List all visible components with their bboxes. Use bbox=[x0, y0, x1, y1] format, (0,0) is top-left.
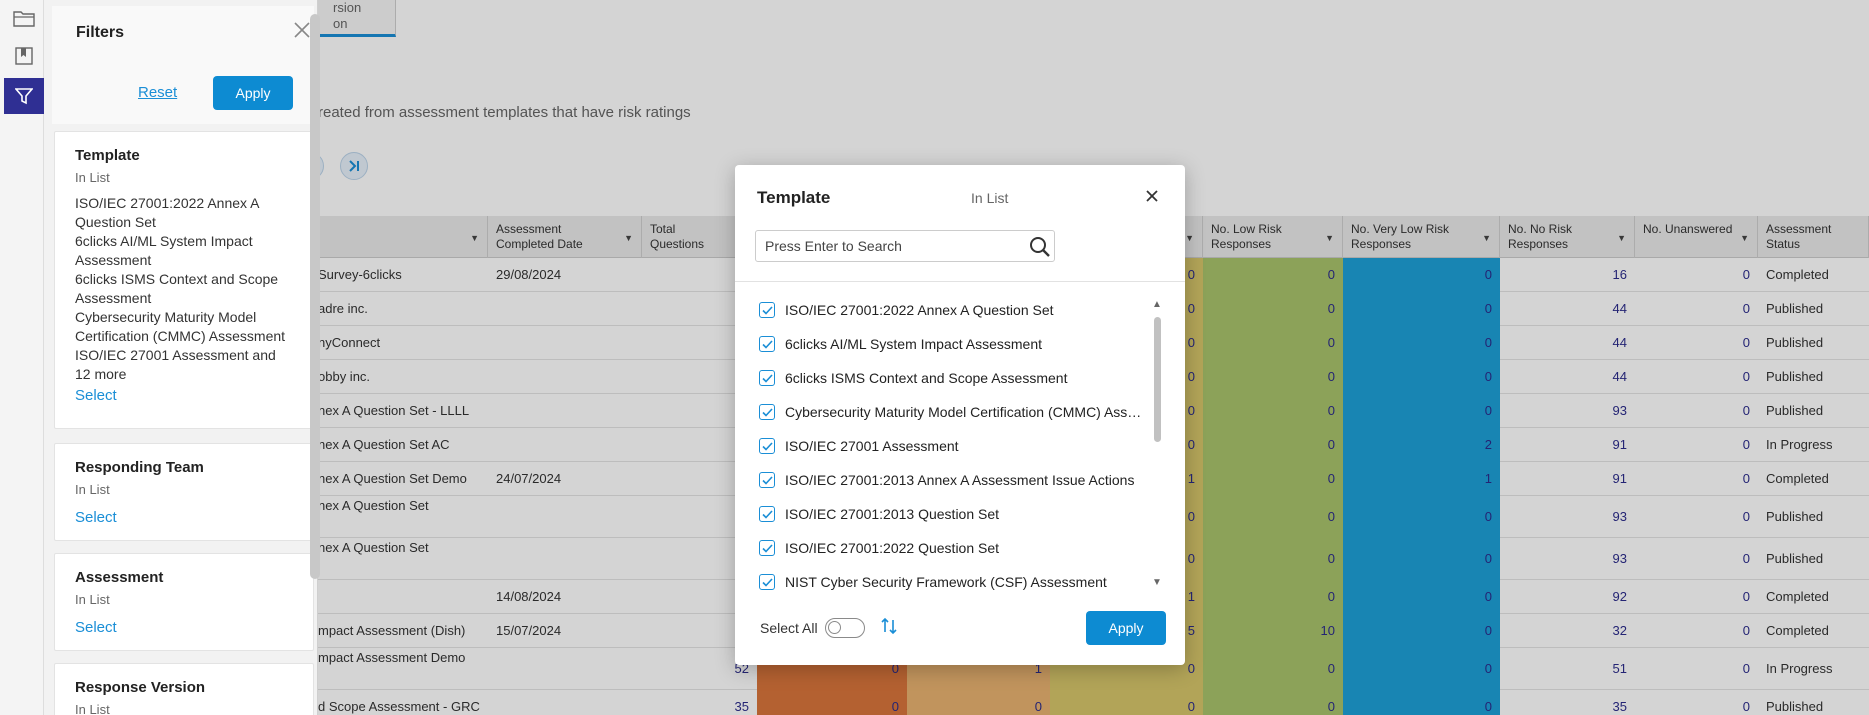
filter-panel-scrollbar[interactable] bbox=[310, 14, 320, 579]
template-option-label: ISO/IEC 27001:2022 Annex A Question Set bbox=[785, 302, 1054, 318]
template-option[interactable]: NIST Cyber Security Framework (CSF) Asse… bbox=[755, 565, 1145, 593]
check-icon bbox=[761, 475, 773, 485]
checkbox[interactable] bbox=[759, 302, 775, 318]
modal-operator: In List bbox=[971, 190, 1009, 206]
folder-icon[interactable] bbox=[4, 0, 44, 36]
filter-panel: Filters Reset Apply Template In List ISO… bbox=[44, 0, 318, 715]
filter-section-assessment: Assessment In List Select bbox=[54, 553, 314, 651]
template-option-label: ISO/IEC 27001:2013 Annex A Assessment Is… bbox=[785, 472, 1135, 488]
filter-value: 6clicks ISMS Context and Scope Assessmen… bbox=[75, 271, 279, 306]
filter-section-operator: In List bbox=[75, 482, 110, 497]
template-option[interactable]: ISO/IEC 27001:2022 Annex A Question Set bbox=[755, 293, 1145, 327]
filter-section-operator: In List bbox=[75, 702, 110, 715]
checkbox[interactable] bbox=[759, 404, 775, 420]
filter-panel-title: Filters bbox=[76, 24, 125, 41]
filter-apply-button[interactable]: Apply bbox=[213, 76, 293, 110]
template-option-label: 6clicks AI/ML System Impact Assessment bbox=[785, 336, 1043, 352]
assessment-select-link[interactable]: Select bbox=[75, 618, 293, 638]
responding-team-select-link[interactable]: Select bbox=[75, 508, 293, 528]
template-option[interactable]: ISO/IEC 27001:2013 Annex A Assessment Is… bbox=[755, 463, 1145, 497]
sort-icon[interactable] bbox=[879, 616, 903, 640]
template-select-modal: Template In List ISO/IEC 27001:2022 Anne… bbox=[735, 165, 1185, 665]
template-option[interactable]: ISO/IEC 27001 Assessment bbox=[755, 429, 1145, 463]
checkbox[interactable] bbox=[759, 370, 775, 386]
scroll-up-icon[interactable]: ▲ bbox=[1152, 299, 1162, 310]
filter-icon[interactable] bbox=[4, 78, 44, 114]
check-icon bbox=[761, 373, 773, 383]
scroll-down-icon[interactable]: ▼ bbox=[1152, 577, 1162, 588]
modal-list-scrollbar[interactable] bbox=[1154, 317, 1161, 442]
template-option[interactable]: ISO/IEC 27001:2022 Question Set bbox=[755, 531, 1145, 565]
filter-value: ISO/IEC 27001 Assessment and 12 more bbox=[75, 347, 276, 382]
template-option-label: ISO/IEC 27001:2022 Question Set bbox=[785, 540, 1000, 556]
filter-value: 6clicks AI/ML System Impact Assessment bbox=[75, 233, 253, 268]
checkbox[interactable] bbox=[759, 540, 775, 556]
check-icon bbox=[761, 509, 773, 519]
filter-panel-header: Filters Reset Apply bbox=[52, 6, 314, 124]
checkbox[interactable] bbox=[759, 336, 775, 352]
check-icon bbox=[761, 543, 773, 553]
template-option[interactable]: 6clicks AI/ML System Impact Assessment bbox=[755, 327, 1145, 361]
icon-rail bbox=[0, 0, 44, 715]
checkbox[interactable] bbox=[759, 506, 775, 522]
filter-selected-values: ISO/IEC 27001:2022 Annex A Question Set … bbox=[75, 194, 293, 384]
reset-link[interactable]: Reset bbox=[138, 84, 177, 101]
check-icon bbox=[761, 339, 773, 349]
filter-value: ISO/IEC 27001:2022 Annex A Question Set bbox=[75, 195, 259, 230]
template-option[interactable]: ISO/IEC 27001:2013 Question Set bbox=[755, 497, 1145, 531]
template-option[interactable]: Cybersecurity Maturity Model Certificati… bbox=[755, 395, 1145, 429]
search-icon[interactable] bbox=[1028, 235, 1052, 259]
filter-section-responding-team: Responding Team In List Select bbox=[54, 443, 314, 541]
filter-section-operator: In List bbox=[75, 592, 110, 607]
template-option-label: ISO/IEC 27001 Assessment bbox=[785, 438, 959, 454]
check-icon bbox=[761, 407, 773, 417]
filter-section-title: Response Version bbox=[75, 679, 206, 696]
modal-divider bbox=[735, 281, 1185, 282]
template-option-label: ISO/IEC 27001:2013 Question Set bbox=[785, 506, 1000, 522]
template-option[interactable]: 6clicks ISMS Context and Scope Assessmen… bbox=[755, 361, 1145, 395]
check-icon bbox=[761, 305, 773, 315]
search-input[interactable] bbox=[756, 231, 1016, 261]
filter-section-title: Template bbox=[75, 147, 140, 164]
template-option-label: Cybersecurity Maturity Model Certificati… bbox=[785, 404, 1145, 420]
toggle-knob bbox=[828, 621, 841, 634]
check-icon bbox=[761, 577, 773, 587]
filter-section-title: Assessment bbox=[75, 569, 164, 586]
filter-section-response-version: Response Version In List bbox=[54, 663, 314, 715]
modal-apply-button[interactable]: Apply bbox=[1086, 611, 1166, 645]
checkbox[interactable] bbox=[759, 472, 775, 488]
filter-section-title: Responding Team bbox=[75, 459, 204, 476]
search-box bbox=[755, 230, 1055, 262]
template-select-link[interactable]: Select bbox=[75, 386, 293, 406]
close-icon[interactable] bbox=[1141, 185, 1165, 209]
bookmark-icon[interactable] bbox=[4, 38, 44, 74]
select-all-toggle[interactable] bbox=[825, 618, 865, 638]
template-option-list: ISO/IEC 27001:2022 Annex A Question Set 6… bbox=[755, 293, 1145, 593]
select-all-label: Select All bbox=[760, 620, 818, 636]
filter-section-template: Template In List ISO/IEC 27001:2022 Anne… bbox=[54, 131, 314, 429]
template-option-label: 6clicks ISMS Context and Scope Assessmen… bbox=[785, 370, 1068, 386]
checkbox[interactable] bbox=[759, 438, 775, 454]
check-icon bbox=[761, 441, 773, 451]
checkbox[interactable] bbox=[759, 574, 775, 590]
filter-value: Cybersecurity Maturity Model Certificati… bbox=[75, 309, 286, 344]
filter-section-operator: In List bbox=[75, 170, 110, 185]
modal-title: Template bbox=[757, 188, 831, 207]
template-option-label: NIST Cyber Security Framework (CSF) Asse… bbox=[785, 574, 1107, 590]
